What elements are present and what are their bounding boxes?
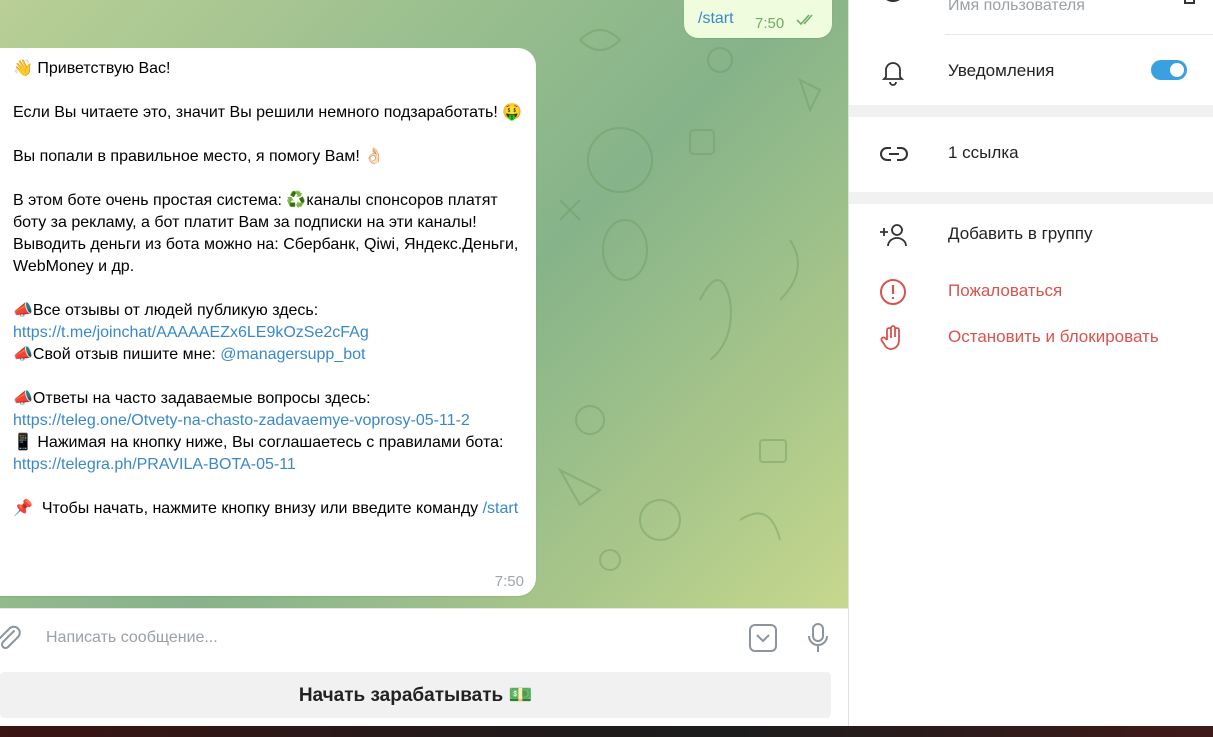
taskbar-strip [0,726,1213,737]
bell-icon [881,62,905,86]
start-command-link[interactable]: /start [483,500,519,517]
link-icon [880,147,908,161]
report-row[interactable]: Пожаловаться [849,270,1213,314]
block-label: Остановить и блокировать [948,327,1159,346]
add-to-group-label: Добавить в группу [948,224,1093,243]
double-check-icon [796,14,813,26]
greeting-line: 👋 Приветствую Вас! [13,60,171,77]
hand-stop-icon [880,325,900,350]
incoming-message: 👋 Приветствую Вас! Если Вы читаете это, … [0,48,536,596]
outgoing-message: /start 7:50 [684,0,832,38]
links-label: 1 ссылка [948,143,1019,162]
section-separator [849,192,1213,204]
copy-icon[interactable] [1183,0,1197,6]
chat-info-panel: Имя пользователя Уведомления 1 ссылка До… [848,0,1213,726]
add-user-icon [880,224,907,247]
username-label: Имя пользователя [948,0,1085,14]
microphone-icon[interactable] [806,622,830,654]
attach-icon[interactable] [0,625,22,651]
divider [945,34,1213,35]
rules-link[interactable]: https://telegra.ph/PRAVILA-BOTA-05-11 [13,456,296,473]
outgoing-message-text: /start [698,10,734,27]
reviews-link[interactable]: https://t.me/joinchat/AAAAAEZx6LE9kOzSe2… [13,324,369,341]
add-to-group-row[interactable]: Добавить в группу [849,213,1213,257]
start-earning-button[interactable]: Начать зарабатывать 💵 [0,672,831,718]
reviews-label: 📣Все отзывы от людей публикую здесь: [13,302,319,319]
outgoing-message-time: 7:50 [755,15,785,32]
message-composer [0,608,848,667]
block-row[interactable]: Остановить и блокировать [849,316,1213,360]
manager-bot-link[interactable]: @managersupp_bot [220,346,365,363]
promise-line: Вы попали в правильное место, я помогу В… [13,148,385,165]
report-label: Пожаловаться [948,281,1063,300]
withdraw-paragraph: Выводить деньги из бота можно на: Сберба… [13,236,523,275]
bot-keyboard-icon[interactable] [749,624,777,652]
system-paragraph: В этом боте очень простая система: ♻️кан… [13,192,503,231]
incoming-message-time: 7:50 [494,573,524,590]
own-review-label: 📣Свой отзыв пишите мне: [13,346,221,363]
info-icon [886,0,900,2]
faq-link[interactable]: https://teleg.one/Otvety-na-chasto-zadav… [13,412,470,429]
message-input[interactable] [44,623,708,653]
rules-label: 📱 Нажимая на кнопку ниже, Вы соглашаетес… [13,434,508,451]
faq-label: 📣Ответы на часто задаваемые вопросы здес… [13,390,371,407]
incoming-message-text: 👋 Приветствую Вас! Если Вы читаете это, … [13,58,528,520]
chat-area: /start 7:50 👋 Приветствую Вас! Если Вы ч… [0,0,848,608]
bot-keyboard: Начать зарабатывать 💵 [0,666,848,726]
notifications-toggle[interactable] [1151,60,1187,80]
section-separator [849,105,1213,117]
notifications-label: Уведомления [948,61,1055,80]
warning-icon [880,279,906,305]
links-row[interactable]: 1 ссылка [849,132,1213,176]
intro-line: Если Вы читаете это, значит Вы решили не… [13,104,523,121]
start-label: 📌 Чтобы начать, нажмите кнопку внизу или… [13,500,483,517]
